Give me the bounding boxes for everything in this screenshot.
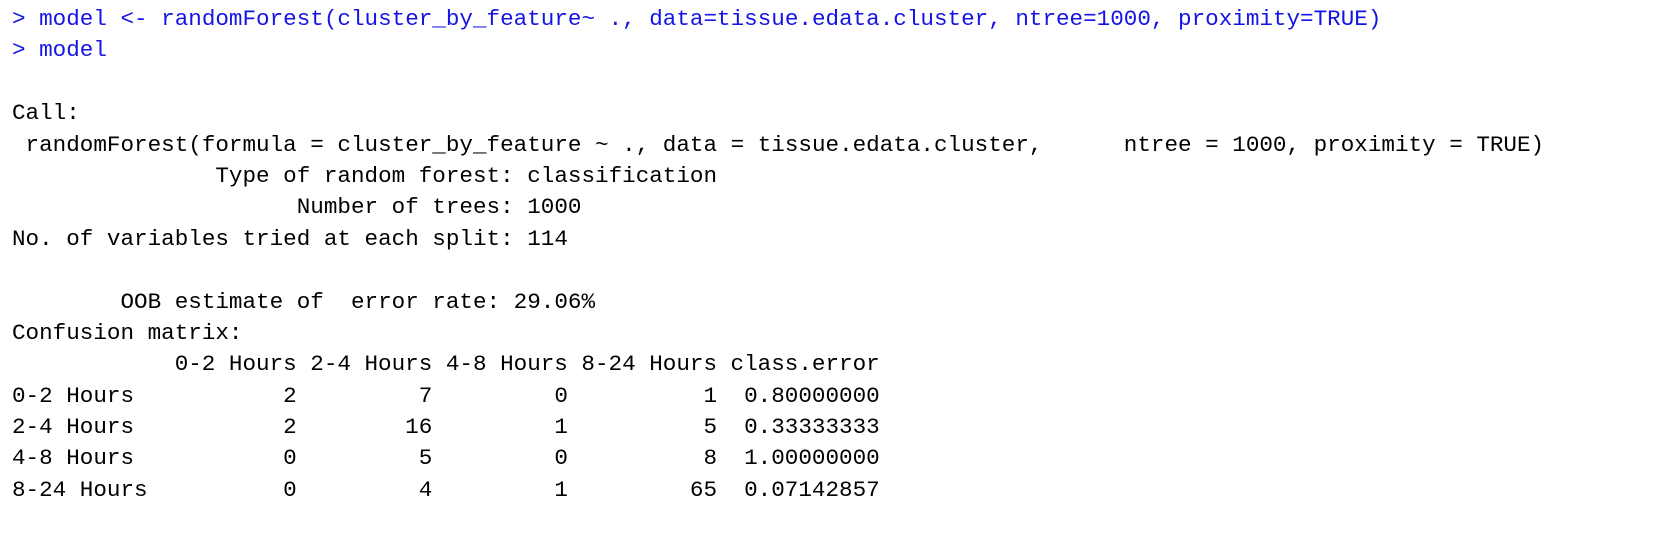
count-cell: 5	[703, 414, 718, 441]
confusion-matrix: 0-2 Hours 2-4 Hours 4-8 Hours 8-24 Hours cla…	[12, 349, 1544, 506]
class-error-cell: 0.33333333	[744, 414, 880, 441]
class-error-cell: 0.07142857	[744, 476, 880, 503]
command-line: > model <- randomForest(cluster_by_featu…	[12, 6, 1382, 32]
row-label: 2-4 Hours	[12, 414, 135, 441]
number-of-trees: Number of trees: 1000	[12, 194, 582, 221]
count-cell: 0	[283, 445, 297, 472]
count-cell: 0	[283, 476, 297, 503]
column-header: 2-4 Hours	[310, 351, 433, 378]
call-label: Call:	[12, 100, 80, 127]
count-cell: 8	[703, 445, 718, 472]
count-cell: 7	[418, 382, 433, 409]
count-cell: 5	[418, 445, 433, 472]
forest-type: Type of random forest: classification	[12, 162, 718, 189]
count-cell: 1	[703, 382, 718, 409]
confusion-matrix-row: 4-8 Hours 0 5 0 8 1.00000000	[12, 443, 1544, 474]
row-label: 8-24 Hours	[12, 476, 148, 503]
r-console: > model <- randomForest(cluster_by_featu…	[12, 4, 1544, 506]
confusion-matrix-row: 8-24 Hours 0 4 1 65 0.07142857	[12, 475, 1544, 506]
call-text: randomForest(formula = cluster_by_featur…	[12, 131, 1545, 158]
oob-error-rate: OOB estimate of error rate: 29.06%	[12, 288, 596, 315]
class-error-cell: 0.80000000	[744, 382, 880, 409]
column-header: 0-2 Hours	[174, 351, 297, 378]
command-line: > model	[12, 37, 107, 64]
column-header: class.error	[730, 351, 880, 378]
row-label: 4-8 Hours	[12, 445, 135, 472]
confusion-matrix-row: 0-2 Hours 2 7 0 1 0.80000000	[12, 381, 1544, 412]
column-header: 8-24 Hours	[581, 351, 718, 378]
count-cell: 16	[405, 414, 433, 441]
confusion-matrix-row: 2-4 Hours 2 16 1 5 0.33333333	[12, 412, 1544, 443]
variables-per-split: No. of variables tried at each split: 11…	[12, 225, 568, 252]
count-cell: 0	[554, 445, 568, 472]
confusion-matrix-label: Confusion matrix:	[12, 319, 243, 346]
count-cell: 1	[554, 476, 568, 503]
count-cell: 1	[554, 414, 568, 441]
count-cell: 65	[689, 476, 718, 503]
count-cell: 2	[283, 414, 297, 441]
confusion-matrix-header: 0-2 Hours 2-4 Hours 4-8 Hours 8-24 Hours cla…	[12, 349, 1544, 380]
class-error-cell: 1.00000000	[744, 445, 880, 472]
row-label: 0-2 Hours	[12, 382, 135, 409]
count-cell: 4	[418, 476, 433, 503]
column-header: 4-8 Hours	[445, 351, 568, 378]
count-cell: 2	[283, 382, 297, 409]
count-cell: 0	[554, 382, 568, 409]
